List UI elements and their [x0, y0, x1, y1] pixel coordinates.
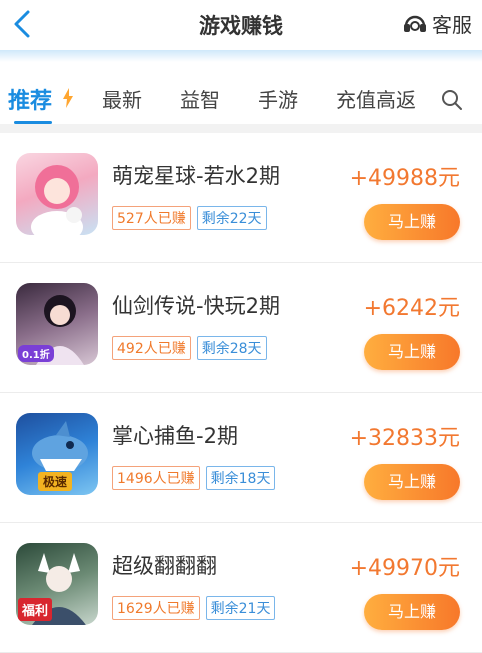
game-thumbnail: [16, 153, 98, 235]
reward-amount: +49988元: [349, 166, 460, 191]
game-name: 超级翻翻翻: [112, 554, 217, 578]
earn-now-button[interactable]: 马上赚: [364, 594, 460, 630]
days-left-tag: 剩余28天: [196, 336, 267, 360]
welfare-badge: 福利: [18, 598, 53, 621]
headset-icon: [404, 15, 426, 32]
days-left-tag: 剩余18天: [205, 466, 276, 490]
customer-service-label: 客服: [432, 13, 472, 37]
players-earned-tag: 527人已赚: [112, 206, 191, 230]
category-tabs: 推荐 最新 益智 手游 充值高返: [0, 78, 482, 122]
days-left-tag: 剩余21天: [205, 596, 276, 620]
game-thumbnail: 福利: [16, 543, 98, 625]
tab-recommended[interactable]: 推荐: [8, 83, 52, 115]
players-earned-tag: 1629人已赚: [112, 596, 200, 620]
tab-puzzle[interactable]: 益智: [180, 84, 220, 113]
game-name: 掌心捕鱼-2期: [112, 424, 238, 448]
game-name: 萌宠星球-若水2期: [112, 164, 280, 188]
earn-now-button[interactable]: 马上赚: [364, 204, 460, 240]
discount-badge: 0.1折: [18, 345, 54, 362]
tab-mobile-games[interactable]: 手游: [258, 84, 298, 113]
earn-now-button[interactable]: 马上赚: [364, 464, 460, 500]
section-divider: [0, 124, 482, 133]
reward-amount: +6242元: [363, 296, 460, 321]
speed-badge: 极速: [38, 472, 73, 491]
tab-latest[interactable]: 最新: [102, 84, 142, 113]
reward-amount: +49970元: [349, 556, 460, 581]
game-thumbnail: 0.1折: [16, 283, 98, 365]
game-list: 萌宠星球-若水2期 527人已赚 剩余22天 +49988元 马上赚 0.1折 …: [0, 133, 482, 653]
game-name: 仙剑传说-快玩2期: [112, 294, 280, 318]
app-header: 游戏赚钱 客服: [0, 0, 482, 50]
tab-recharge-rebate[interactable]: 充值高返: [336, 84, 416, 113]
earn-now-button[interactable]: 马上赚: [364, 334, 460, 370]
game-thumbnail: 极速: [16, 413, 98, 495]
game-row[interactable]: 0.1折 仙剑传说-快玩2期 492人已赚 剩余28天 +6242元 马上赚: [0, 263, 482, 393]
reward-amount: +32833元: [349, 426, 460, 451]
players-earned-tag: 492人已赚: [112, 336, 191, 360]
customer-service-button[interactable]: 客服: [402, 9, 472, 38]
game-row[interactable]: 极速 掌心捕鱼-2期 1496人已赚 剩余18天 +32833元 马上赚: [0, 393, 482, 523]
game-row[interactable]: 福利 超级翻翻翻 1629人已赚 剩余21天 +49970元 马上赚: [0, 523, 482, 653]
search-icon[interactable]: [440, 88, 464, 112]
lightning-icon: [63, 88, 73, 108]
header-shadow: [0, 50, 482, 62]
anime-girl-icon: [31, 165, 83, 235]
days-left-tag: 剩余22天: [196, 206, 267, 230]
game-row[interactable]: 萌宠星球-若水2期 527人已赚 剩余22天 +49988元 马上赚: [0, 133, 482, 263]
players-earned-tag: 1496人已赚: [112, 466, 200, 490]
